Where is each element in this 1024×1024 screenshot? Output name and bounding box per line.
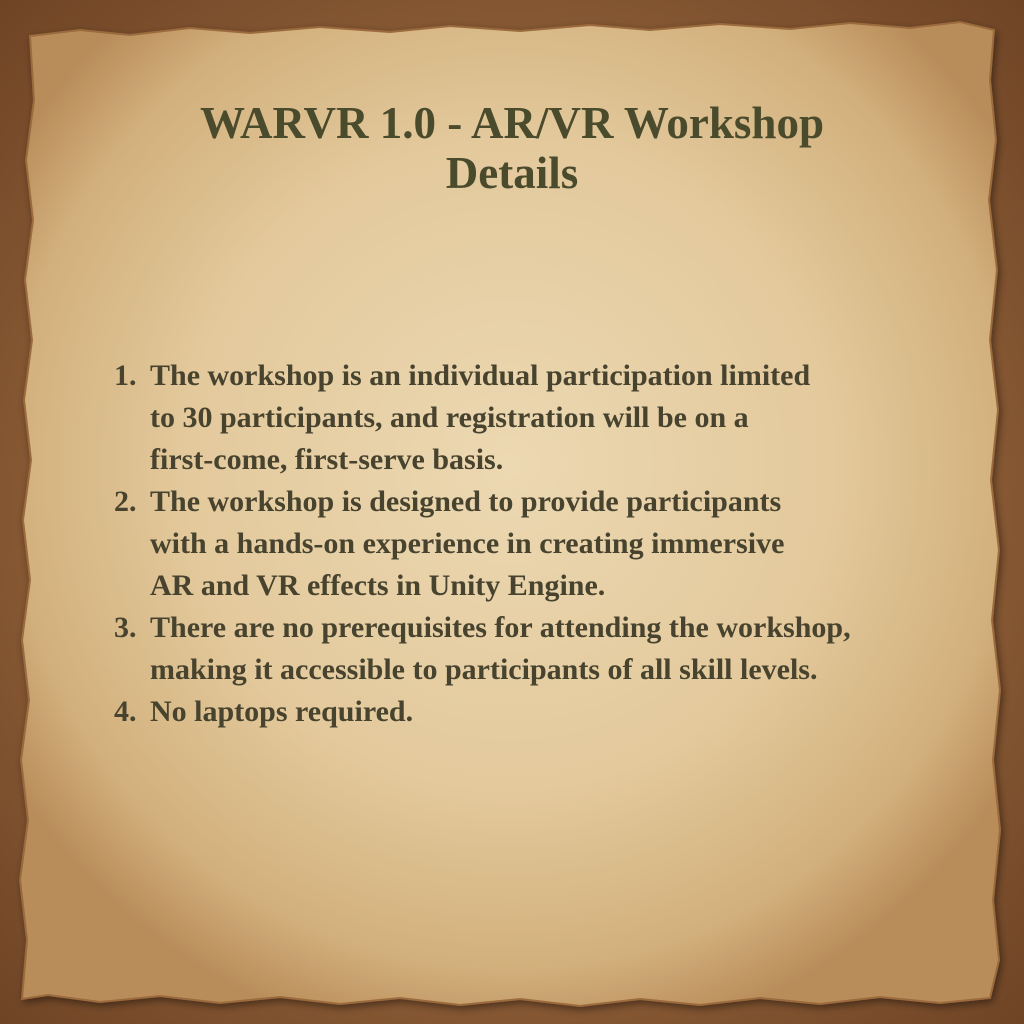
title-line-2: Details [445,148,579,199]
list-item: 1. The workshop is an individual partici… [114,355,994,481]
item-line: making it accessible to participants of … [150,653,818,686]
item-text: The workshop is designed to provide part… [150,481,994,607]
item-line: The workshop is an individual participat… [150,359,811,392]
item-line: to 30 participants, and registration wil… [150,401,749,434]
item-text: The workshop is an individual participat… [150,355,994,481]
item-line: There are no prerequisites for attending… [150,611,851,644]
item-line: first-come, first-serve basis. [150,443,504,476]
item-number: 4. [114,695,137,728]
item-line: AR and VR effects in Unity Engine. [150,569,606,602]
item-text: There are no prerequisites for attending… [150,607,994,691]
page-title: WARVR 1.0 - AR/VR Workshop Details [112,98,912,199]
item-line: The workshop is designed to provide part… [150,485,782,518]
item-line: No laptops required. [150,695,414,728]
item-line: with a hands-on experience in creating i… [150,527,785,560]
item-number: 1. [114,359,137,392]
item-number: 3. [114,611,137,644]
item-number: 2. [114,485,137,518]
title-line-1: WARVR 1.0 - AR/VR Workshop [200,98,824,148]
list-item: 2. The workshop is designed to provide p… [114,481,994,607]
list-item: 4. No laptops required. [114,691,994,733]
list-item: 3. There are no prerequisites for attend… [114,607,994,691]
details-list: 1. The workshop is an individual partici… [114,355,994,733]
item-text: No laptops required. [150,691,994,733]
